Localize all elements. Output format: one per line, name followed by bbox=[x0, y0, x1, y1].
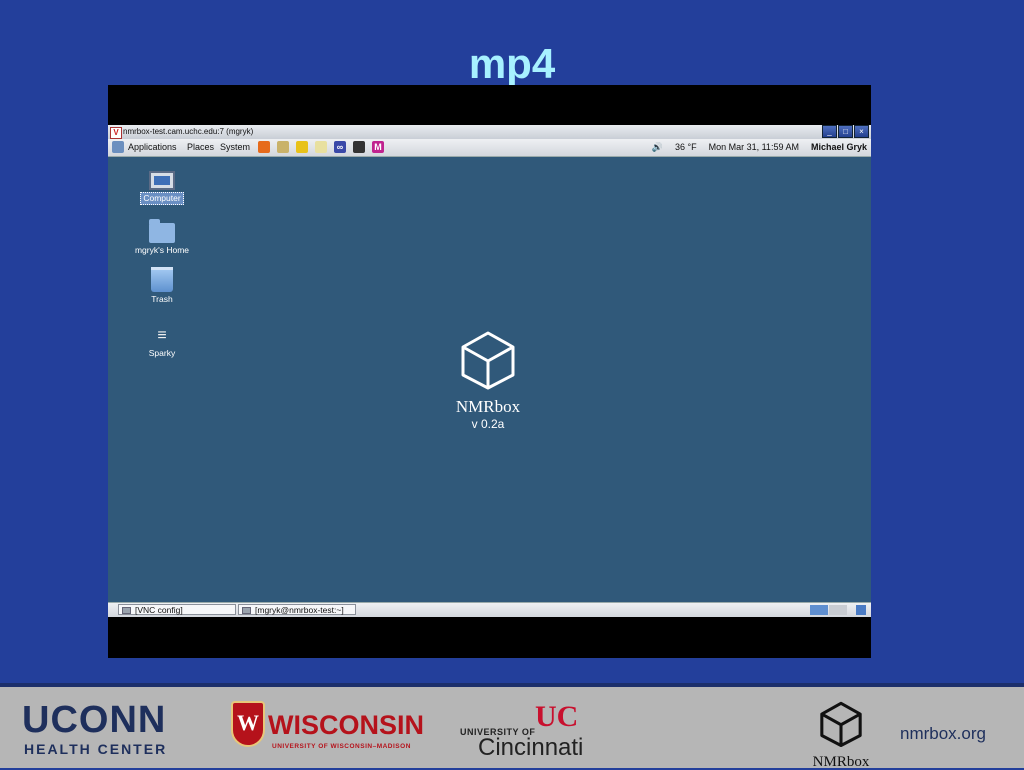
desktop-icon-label: mgryk's Home bbox=[134, 245, 190, 255]
vnc-logo-icon: V bbox=[110, 127, 122, 139]
menu-applications[interactable]: Applications bbox=[128, 142, 177, 153]
workspace-1[interactable] bbox=[810, 605, 828, 615]
desktop-logo-version: v 0.2a bbox=[471, 417, 505, 431]
desktop-icon-label: Trash bbox=[151, 294, 173, 304]
uconn-subtitle: HEALTH CENTER bbox=[24, 741, 168, 757]
firefox-icon[interactable] bbox=[258, 141, 270, 153]
terminal-window-icon bbox=[242, 607, 251, 614]
desktop-logo-name: NMRbox bbox=[455, 397, 521, 416]
task-terminal[interactable]: [mgryk@nmrbox-test:~] bbox=[238, 604, 356, 615]
wisconsin-subtitle: UNIVERSITY OF WISCONSIN–MADISON bbox=[272, 743, 411, 750]
window-icon bbox=[122, 607, 131, 614]
nmrbox-desktop-logo: NMRbox v 0.2a bbox=[438, 330, 538, 432]
nmrbox-url[interactable]: nmrbox.org bbox=[900, 724, 986, 744]
email-icon[interactable] bbox=[277, 141, 289, 153]
menu-system[interactable]: System bbox=[220, 142, 250, 153]
uconn-logo: UCONN bbox=[22, 699, 167, 741]
m-app-icon[interactable]: M bbox=[372, 141, 384, 153]
workspace-2[interactable] bbox=[829, 605, 847, 615]
task-label: [VNC config] bbox=[135, 605, 183, 615]
window-titlebar[interactable]: V nmrbox-test.cam.uchc.edu:7 (mgryk) _ □… bbox=[108, 125, 871, 139]
weather-readout[interactable]: 36 °F bbox=[675, 142, 697, 153]
show-desktop-icon[interactable] bbox=[856, 605, 866, 615]
video-player[interactable]: V nmrbox-test.cam.uchc.edu:7 (mgryk) _ □… bbox=[108, 85, 871, 658]
cincinnati-mark-icon: UC bbox=[535, 700, 579, 733]
desktop-icon-home[interactable]: mgryk's Home bbox=[127, 219, 197, 256]
desktop-icon-sparky[interactable]: ≡ Sparky bbox=[127, 326, 197, 359]
window-title: nmrbox-test.cam.uchc.edu:7 (mgryk) bbox=[123, 127, 254, 136]
nmrbox-footer-logo: NMRbox bbox=[808, 701, 874, 770]
close-button[interactable]: × bbox=[854, 125, 869, 138]
home-folder-icon bbox=[149, 219, 175, 243]
menu-places[interactable]: Places bbox=[187, 142, 214, 153]
task-label: [mgryk@nmrbox-test:~] bbox=[255, 605, 344, 615]
minimize-button[interactable]: _ bbox=[822, 125, 837, 138]
sparky-icon: ≡ bbox=[157, 327, 167, 344]
applications-menu-icon[interactable] bbox=[112, 141, 124, 153]
slide-title: mp4 bbox=[468, 40, 556, 87]
cincinnati-logo: Cincinnati bbox=[478, 734, 584, 761]
maximize-button[interactable]: □ bbox=[838, 125, 853, 138]
desktop-icon-label: Sparky bbox=[148, 348, 176, 358]
computer-icon bbox=[149, 171, 175, 190]
user-name[interactable]: Michael Gryk bbox=[811, 142, 867, 153]
wisconsin-crest-icon: W bbox=[231, 701, 265, 747]
editor-icon[interactable] bbox=[315, 141, 327, 153]
terminal-icon[interactable] bbox=[353, 141, 365, 153]
task-vnc-config[interactable]: [VNC config] bbox=[118, 604, 236, 615]
volume-icon[interactable]: 🔊 bbox=[652, 142, 663, 153]
clock[interactable]: Mon Mar 31, 11:59 AM bbox=[709, 142, 799, 153]
nmrbox-cube-icon bbox=[820, 701, 862, 747]
desktop-icon-computer[interactable]: Computer bbox=[127, 171, 197, 205]
vnc-window: V nmrbox-test.cam.uchc.edu:7 (mgryk) _ □… bbox=[108, 125, 871, 617]
trash-icon bbox=[151, 267, 173, 292]
bottom-panel: [VNC config] [mgryk@nmrbox-test:~] bbox=[108, 602, 871, 617]
notes-icon[interactable] bbox=[296, 141, 308, 153]
desktop-icon-label: Computer bbox=[140, 192, 184, 205]
link-icon[interactable]: ∞ bbox=[334, 141, 346, 153]
top-panel: Applications Places System ∞ M 🔊 36 °F Mo… bbox=[108, 139, 871, 157]
footer: UCONN HEALTH CENTER W WISCONSIN UNIVERSI… bbox=[0, 683, 1024, 770]
desktop-icon-trash[interactable]: Trash bbox=[127, 267, 197, 305]
wisconsin-logo: WISCONSIN bbox=[268, 710, 425, 740]
nmrbox-cube-icon bbox=[461, 331, 515, 390]
